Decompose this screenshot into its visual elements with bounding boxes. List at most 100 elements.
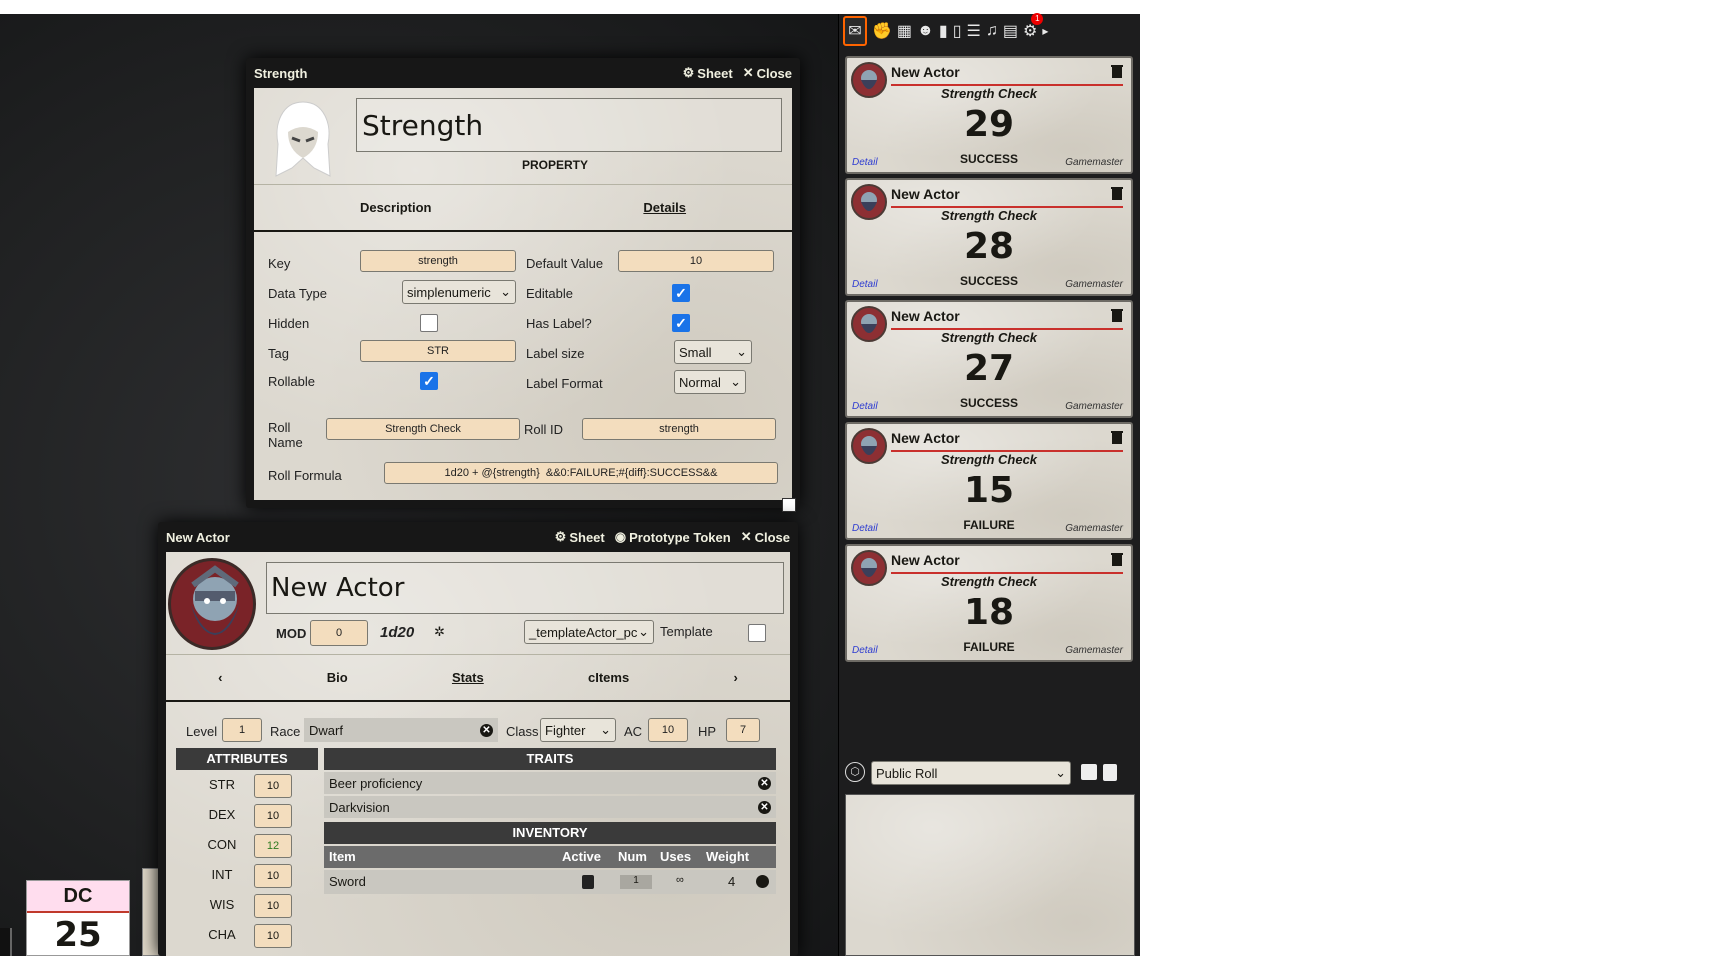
detail-link[interactable]: Detail [852,157,878,168]
chat-message-card[interactable]: New Actor Strength Check 15 FAILURE Detail Ga… [845,422,1133,540]
race-field[interactable]: Dwarf ✕ [304,718,498,742]
window-header[interactable]: New Actor ⚙ Sheet ◉ Prototype Token ✕ Close [158,522,798,552]
remove-circle-icon[interactable]: ✕ [480,723,493,737]
class-select[interactable]: Fighter ⌄ [540,718,616,742]
roll-mode-select[interactable]: Public Roll ⌄ [871,761,1071,785]
ac-field[interactable]: 10 [648,718,688,742]
attribute-value-field[interactable]: 12 [254,834,292,858]
roll-total[interactable]: 27 [847,348,1131,389]
remove-circle-icon[interactable]: ✕ [758,800,771,814]
tag-field[interactable]: STR [360,340,516,362]
d20-icon[interactable]: ⬡ [845,762,865,782]
close-button[interactable]: ✕ Close [741,529,790,545]
editable-checkbox[interactable]: ✓ [672,284,690,302]
has-label-checkbox[interactable]: ✓ [672,314,690,332]
tabs-next-arrow[interactable]: › [733,670,737,685]
tab-details[interactable]: Details [643,200,686,215]
tab-bio[interactable]: Bio [327,670,348,685]
items-suitcase-icon[interactable]: ▮ [939,21,948,41]
roll-formula-label: Roll Formula [268,468,342,483]
hidden-checkbox[interactable] [420,314,438,332]
active-toggle-icon[interactable] [582,875,594,889]
roll-total[interactable]: 29 [847,104,1131,145]
data-type-select[interactable]: simplenumeric ⌄ [402,280,516,304]
settings-cogs-icon[interactable]: ⚙ 1 [1023,13,1044,41]
key-field[interactable]: strength [360,250,516,272]
actor-name-input[interactable]: New Actor [266,562,784,614]
label-format-select[interactable]: Normal ⌄ [674,370,746,394]
detail-link[interactable]: Detail [852,645,878,656]
actor-portrait[interactable] [168,558,256,650]
roll-id-field[interactable]: strength [582,418,776,440]
item-name-input[interactable]: Strength [356,98,782,152]
item-image[interactable] [268,98,338,180]
roll-formula-field[interactable]: 1d20 + @{strength} &&0:FAILURE;#{diff}:S… [384,462,778,484]
trait-row[interactable]: Darkvision ✕ [324,796,776,818]
save-export-icon[interactable] [1081,764,1097,780]
trait-row[interactable]: Beer proficiency ✕ [324,772,776,794]
window-header[interactable]: Strength ⚙ Sheet ✕ Close [246,58,800,88]
resize-handle[interactable] [782,498,796,512]
actors-users-icon[interactable]: ☻ [917,22,934,40]
combat-fist-icon[interactable]: ✊ [872,21,892,41]
label-size-select[interactable]: Small ⌄ [674,340,752,364]
default-value-field[interactable]: 10 [618,250,774,272]
detail-link[interactable]: Detail [852,279,878,290]
template-checkbox[interactable] [748,624,766,642]
chat-message-card[interactable]: New Actor Strength Check 27 SUCCESS Detail Ga… [845,300,1133,418]
scene-control-icon[interactable] [0,928,12,956]
remove-circle-icon[interactable] [756,875,769,888]
roll-name-field[interactable]: Strength Check [326,418,520,440]
chat-message-card[interactable]: New Actor Strength Check 28 SUCCESS Detail Ga… [845,178,1133,296]
chat-icon[interactable]: ✉ [843,16,867,46]
attribute-value-field[interactable]: 10 [254,924,292,948]
detail-link[interactable]: Detail [852,401,878,412]
attribute-value-field[interactable]: 10 [254,864,292,888]
attribute-value-field[interactable]: 10 [254,894,292,918]
trash-icon[interactable] [1111,186,1123,200]
template-select[interactable]: _templateActor_pc ⌄ [524,620,654,644]
item-name[interactable]: Sword [329,874,366,889]
chat-message-card[interactable]: New Actor Strength Check 18 FAILURE Detail Ga… [845,544,1133,662]
attribute-value-field[interactable]: 10 [254,804,292,828]
tables-icon[interactable]: ☰ [967,21,981,41]
rollable-checkbox[interactable]: ✓ [420,372,438,390]
trash-icon[interactable] [1111,64,1123,78]
table-row[interactable]: Sword 1 ∞ 4 [324,870,776,894]
dice-icon[interactable]: ✲ [434,624,445,640]
map-icon[interactable]: ▦ [897,21,912,41]
remove-circle-icon[interactable]: ✕ [758,776,771,790]
sheet-config-button[interactable]: ⚙ Sheet [555,529,605,545]
roll-total[interactable]: 28 [847,226,1131,267]
inventory-title: INVENTORY [324,822,776,844]
detail-link[interactable]: Detail [852,523,878,534]
compendium-icon[interactable]: ▤ [1003,21,1018,41]
roll-total[interactable]: 18 [847,592,1131,633]
attribute-value-field[interactable]: 10 [254,774,292,798]
trash-icon[interactable] [1111,308,1123,322]
level-field[interactable]: 1 [222,718,262,742]
prototype-token-button[interactable]: ◉ Prototype Token [615,529,731,545]
playlists-music-icon[interactable]: ♫ [986,22,998,40]
chat-message-card[interactable]: New Actor Strength Check 29 SUCCESS Detail Ga… [845,56,1133,174]
roll-total[interactable]: 15 [847,470,1131,511]
mod-field[interactable]: 0 [310,620,368,646]
has-label-label: Has Label? [526,316,592,331]
trash-icon[interactable] [1111,552,1123,566]
roll-flavor: Strength Check [940,330,1038,345]
tab-description[interactable]: Description [360,200,432,215]
window-title: New Actor [166,529,230,545]
item-num[interactable]: 1 [620,875,652,889]
tab-citems[interactable]: cItems [588,670,629,685]
hp-field[interactable]: 7 [726,718,760,742]
sheet-config-button[interactable]: ⚙ Sheet [683,65,733,81]
close-button[interactable]: ✕ Close [743,65,792,81]
chat-message-input[interactable] [845,794,1135,956]
sidebar-tabs: ✉ ✊ ▦ ☻ ▮ ▯ ☰ ♫ ▤ ⚙ 1 ▸ [839,13,1141,48]
journal-book-icon[interactable]: ▯ [953,21,962,41]
collapse-arrow-icon[interactable]: ▸ [1042,24,1048,38]
tabs-prev-arrow[interactable]: ‹ [218,670,222,685]
tab-stats[interactable]: Stats [452,670,484,685]
trash-icon[interactable] [1103,764,1117,781]
trash-icon[interactable] [1111,430,1123,444]
